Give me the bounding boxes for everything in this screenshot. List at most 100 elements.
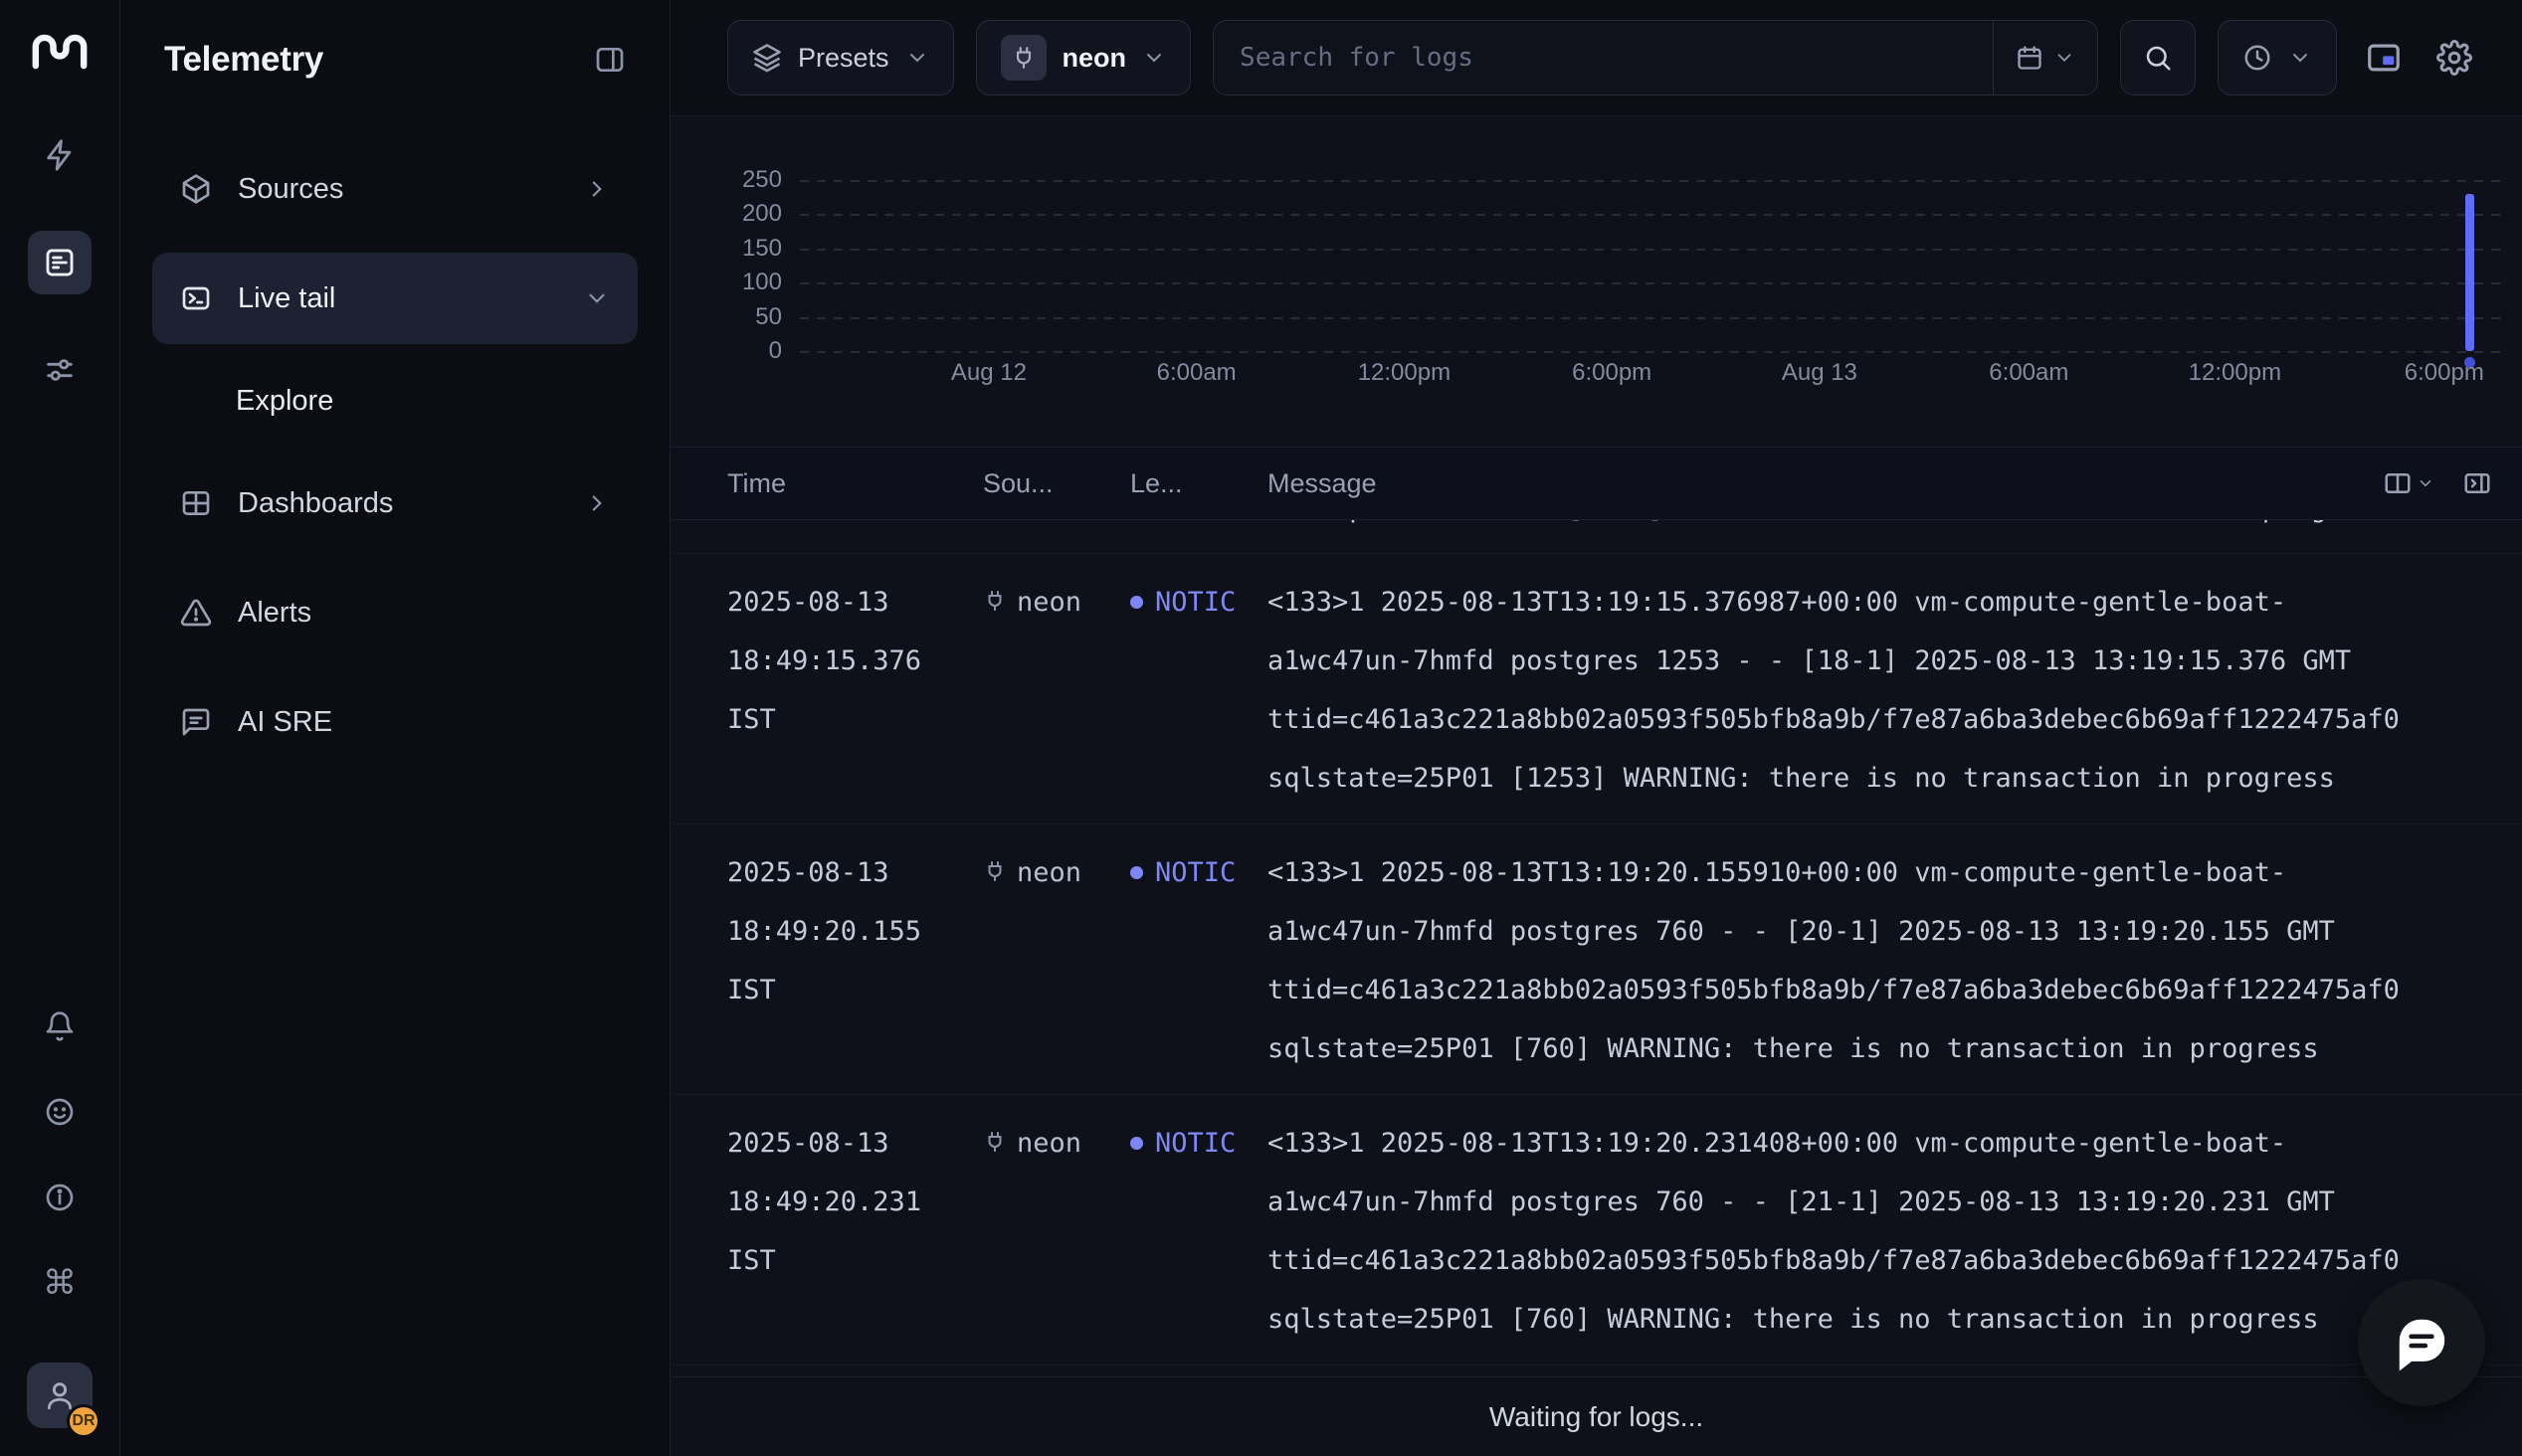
log-message: <133>1 2025-08-13T13:19:20.155910+00:00 … bbox=[1267, 843, 2522, 1078]
column-header-message[interactable]: Message bbox=[1267, 468, 2383, 499]
person-icon bbox=[43, 1378, 77, 1412]
y-tick: 250 bbox=[742, 166, 782, 194]
page-title: Telemetry bbox=[164, 40, 323, 80]
sidebar-item-dashboards[interactable]: Dashboards bbox=[152, 457, 638, 549]
brand-logo-icon bbox=[31, 28, 89, 72]
rail-item-feedback[interactable] bbox=[32, 1084, 88, 1140]
gridline bbox=[800, 282, 2502, 284]
x-tick: 6:00pm bbox=[2405, 359, 2484, 387]
log-row[interactable]: 2025-08-1318:49:20.231IST neon NOTIC <13… bbox=[671, 1095, 2522, 1365]
rail-item-shortcuts[interactable]: ⌘ bbox=[32, 1255, 88, 1311]
rail-item-help[interactable] bbox=[32, 1170, 88, 1225]
plug-icon bbox=[983, 589, 1007, 613]
chart-bar bbox=[2465, 194, 2474, 351]
sidebar-item-sources[interactable]: Sources bbox=[152, 143, 638, 235]
presets-button[interactable]: Presets bbox=[727, 20, 954, 95]
sidebar-item-ai-sre[interactable]: AI SRE bbox=[152, 676, 638, 768]
log-rows: sqlstate=25P01 [1253] WARNING: there is … bbox=[671, 520, 2522, 1376]
message-square-icon bbox=[180, 706, 212, 738]
sidebar-item-label: AI SRE bbox=[238, 706, 332, 739]
layout-grid-icon bbox=[180, 487, 212, 519]
log-row[interactable]: 2025-08-1318:49:15.376IST neon NOTIC <13… bbox=[671, 554, 2522, 824]
icon-rail: ⌘ DR bbox=[0, 0, 120, 1456]
gear-icon bbox=[2436, 40, 2472, 76]
chevron-down-icon bbox=[2417, 474, 2434, 492]
search-button[interactable] bbox=[2120, 20, 2196, 95]
rail-item-flash[interactable] bbox=[28, 123, 92, 187]
main-content: Presets neon bbox=[671, 0, 2522, 1456]
y-axis-labels: 250 200 150 100 50 0 bbox=[671, 180, 782, 351]
user-avatar[interactable]: DR bbox=[27, 1363, 93, 1428]
plug-icon bbox=[983, 1130, 1007, 1154]
calendar-icon bbox=[2016, 44, 2043, 72]
sidebar-item-label: Dashboards bbox=[238, 487, 393, 520]
presets-label: Presets bbox=[798, 43, 889, 74]
rail-item-logs[interactable] bbox=[28, 231, 92, 294]
column-header-level[interactable]: Le... bbox=[1130, 468, 1267, 499]
x-tick: 6:00pm bbox=[1572, 359, 1651, 387]
log-message-partial: sqlstate=25P01 [1253] WARNING: there is … bbox=[1324, 520, 2392, 524]
gridline bbox=[800, 214, 2502, 216]
panel-collapse-icon bbox=[594, 44, 626, 76]
y-tick: 200 bbox=[742, 200, 782, 228]
alert-triangle-icon bbox=[180, 597, 212, 629]
sidebar-item-label: Sources bbox=[238, 173, 343, 206]
source-name: neon bbox=[1063, 43, 1127, 74]
sidebar-item-live-tail[interactable]: Live tail bbox=[152, 253, 638, 344]
log-message: <133>1 2025-08-13T13:19:20.231408+00:00 … bbox=[1267, 1114, 2522, 1349]
log-source: neon bbox=[983, 1114, 1130, 1349]
calendar-dropdown[interactable] bbox=[1993, 21, 2097, 94]
rail-item-notifications[interactable] bbox=[32, 999, 88, 1054]
x-tick: 12:00pm bbox=[1358, 359, 1451, 387]
sidebar-nav: Sources Live tail Explore Dashboards Ale… bbox=[152, 143, 638, 768]
column-header-time[interactable]: Time bbox=[727, 468, 983, 499]
sidebar-item-explore[interactable]: Explore bbox=[152, 362, 638, 440]
chevron-right-icon bbox=[584, 176, 610, 202]
gridline bbox=[800, 249, 2502, 251]
log-message: <133>1 2025-08-13T13:19:15.376987+00:00 … bbox=[1267, 573, 2522, 808]
toolbar: Presets neon bbox=[671, 0, 2522, 116]
log-row[interactable]: 2025-08-1318:49:20.155IST neon NOTIC <13… bbox=[671, 824, 2522, 1095]
source-picker[interactable]: neon bbox=[976, 20, 1192, 95]
chat-fab-button[interactable] bbox=[2358, 1279, 2485, 1406]
expand-panel-icon bbox=[2462, 468, 2492, 498]
time-range-button[interactable] bbox=[2218, 20, 2337, 95]
rail-item-metrics[interactable] bbox=[28, 338, 92, 402]
search-icon bbox=[2143, 43, 2173, 73]
search-input[interactable] bbox=[1214, 21, 1993, 94]
level-dot-icon bbox=[1130, 866, 1143, 879]
log-level-badge: NOTIC bbox=[1130, 573, 1267, 808]
plug-icon bbox=[983, 859, 1007, 883]
x-tick: 6:00am bbox=[1157, 359, 1237, 387]
column-header-source[interactable]: Sou... bbox=[983, 468, 1130, 499]
command-icon: ⌘ bbox=[43, 1266, 77, 1300]
settings-button[interactable] bbox=[2430, 20, 2478, 95]
chat-bubble-icon bbox=[2391, 1312, 2452, 1373]
chevron-right-icon bbox=[584, 490, 610, 516]
chart-plot-area[interactable] bbox=[800, 180, 2502, 351]
expand-table-button[interactable] bbox=[2462, 468, 2492, 498]
log-time: 2025-08-1318:49:15.376IST bbox=[727, 573, 983, 808]
columns-config-button[interactable] bbox=[2383, 468, 2434, 498]
save-view-button[interactable] bbox=[2359, 20, 2409, 95]
log-level-badge: NOTIC bbox=[1130, 843, 1267, 1078]
x-tick: 12:00pm bbox=[2189, 359, 2281, 387]
y-tick: 100 bbox=[742, 269, 782, 296]
log-time: 2025-08-1318:49:20.155IST bbox=[727, 843, 983, 1078]
waiting-for-logs-text: Waiting for logs... bbox=[1489, 1401, 1703, 1433]
gridline bbox=[800, 351, 2502, 353]
x-tick: 6:00am bbox=[1989, 359, 2068, 387]
chevron-down-icon bbox=[2053, 47, 2075, 69]
sidebar-item-label: Explore bbox=[236, 385, 333, 418]
table-footer: Waiting for logs... bbox=[671, 1376, 2522, 1456]
save-view-icon bbox=[2365, 39, 2403, 77]
logs-histogram: 250 200 150 100 50 0 Aug 12 6:00am 1 bbox=[671, 116, 2522, 447]
log-source: neon bbox=[983, 843, 1130, 1078]
sidebar-collapse-button[interactable] bbox=[594, 44, 626, 76]
clock-icon bbox=[2242, 43, 2272, 73]
sidebar-item-alerts[interactable]: Alerts bbox=[152, 567, 638, 658]
log-row-partial[interactable]: sqlstate=25P01 [1253] WARNING: there is … bbox=[671, 520, 2522, 554]
chevron-down-icon bbox=[1142, 46, 1166, 70]
y-tick: 0 bbox=[769, 337, 782, 365]
sidebar-item-label: Alerts bbox=[238, 597, 311, 630]
